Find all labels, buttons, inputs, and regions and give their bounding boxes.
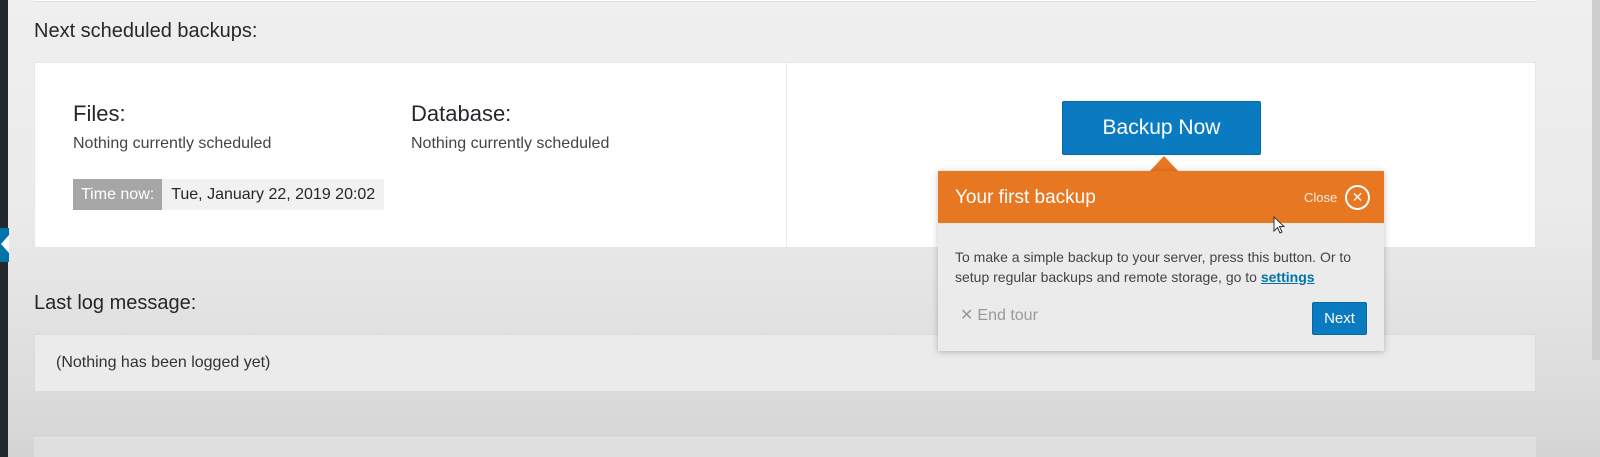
end-tour-label: End tour bbox=[977, 307, 1038, 324]
tour-popup: Your first backup Close ✕ To make a simp… bbox=[938, 171, 1384, 351]
close-circle-icon[interactable]: ✕ bbox=[1345, 185, 1370, 210]
settings-link[interactable]: settings bbox=[1261, 269, 1315, 285]
log-message: (Nothing has been logged yet) bbox=[56, 354, 271, 371]
mouse-cursor-icon bbox=[1273, 216, 1286, 234]
tour-close-link[interactable]: Close bbox=[1304, 190, 1337, 205]
bottom-card-edge bbox=[34, 437, 1536, 457]
files-heading: Files: bbox=[73, 101, 126, 126]
scrollbar[interactable] bbox=[1592, 0, 1600, 360]
backup-now-button[interactable]: Backup Now bbox=[1062, 101, 1261, 155]
card-divider bbox=[786, 63, 787, 247]
next-scheduled-title: Next scheduled backups: bbox=[34, 20, 258, 42]
collapse-arrow-icon bbox=[1, 235, 9, 253]
time-now-label: Time now: bbox=[73, 179, 163, 210]
next-button[interactable]: Next bbox=[1312, 302, 1367, 335]
tour-title: Your first backup bbox=[955, 187, 1096, 208]
files-schedule: Files: Nothing currently scheduled bbox=[73, 101, 271, 153]
top-card-edge bbox=[34, 0, 1536, 2]
database-schedule: Database: Nothing currently scheduled bbox=[411, 101, 609, 153]
database-heading: Database: bbox=[411, 101, 512, 126]
close-x-icon: ✕ bbox=[960, 307, 974, 324]
time-now: Time now: Tue, January 22, 2019 20:02 bbox=[73, 179, 385, 210]
tour-header: Your first backup Close ✕ bbox=[938, 171, 1384, 223]
database-status: Nothing currently scheduled bbox=[411, 135, 610, 152]
files-status: Nothing currently scheduled bbox=[73, 135, 272, 152]
tour-body: To make a simple backup to your server, … bbox=[955, 247, 1367, 287]
tour-pointer-arrow bbox=[1149, 156, 1179, 172]
last-log-title: Last log message: bbox=[34, 292, 197, 314]
time-now-value: Tue, January 22, 2019 20:02 bbox=[162, 179, 385, 210]
end-tour-link[interactable]: ✕ End tour bbox=[960, 305, 1038, 325]
